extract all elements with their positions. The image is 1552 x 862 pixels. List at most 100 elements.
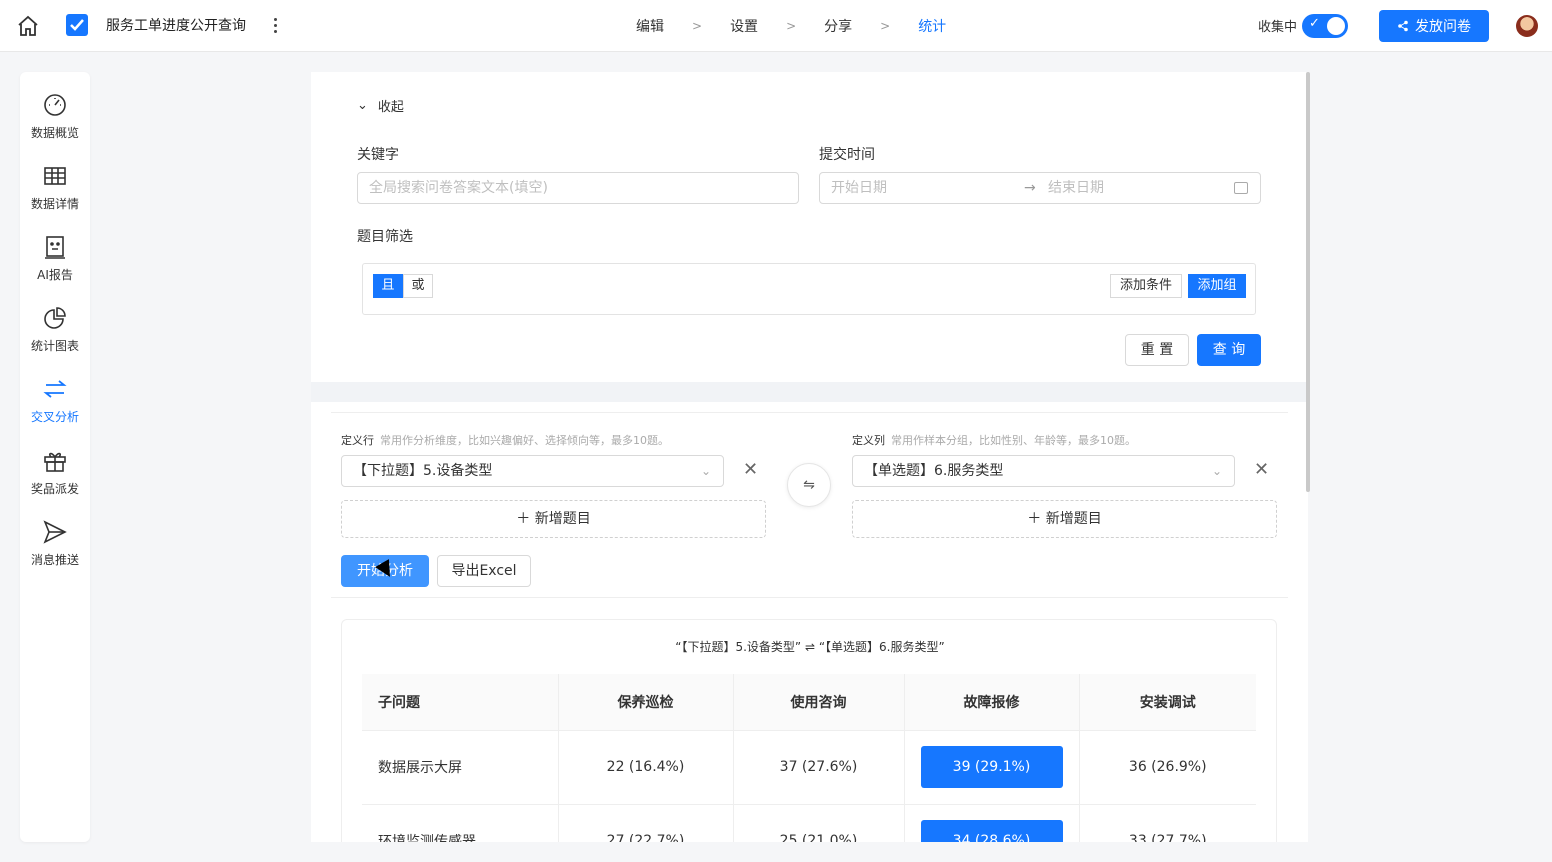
table-cell: 34 (28.6%) [904, 804, 1080, 842]
table-header-row: 子问题 保养巡检 使用咨询 故障报修 安装调试 [362, 674, 1256, 731]
swap-rows-columns-icon[interactable]: ⇋ [787, 463, 831, 507]
column-header: 使用咨询 [733, 674, 905, 731]
avatar[interactable] [1516, 15, 1538, 37]
table-cell: 36 (26.9%) [1079, 730, 1256, 805]
submit-time-label: 提交时间 [819, 147, 875, 163]
sidebar-item-label: 消息推送 [30, 553, 79, 567]
cross-table: 子问题 保养巡检 使用咨询 故障报修 安装调试 数据展示大屏 22 (16.4%… [362, 674, 1256, 842]
highlight-cell: 39 (29.1%) [920, 746, 1063, 788]
table-cell: 37 (27.6%) [733, 730, 905, 805]
logic-switch: 且 或 [373, 274, 433, 298]
sidebar-item-label: 统计图表 [30, 339, 79, 353]
step-share[interactable]: 分享 [824, 16, 852, 36]
collect-status-label: 收集中 [1258, 20, 1298, 35]
pie-chart-icon [44, 307, 66, 329]
keyword-placeholder: 全局搜索问卷答案文本(填空) [369, 180, 548, 196]
section-divider [311, 382, 1308, 402]
column-header: 保养巡检 [558, 674, 734, 731]
table-row: 环境监测传感器 27 (22.7%) 25 (21.0%) 34 (28.6%)… [362, 804, 1256, 842]
calendar-icon [1234, 182, 1248, 194]
table-cell: 33 (27.7%) [1079, 804, 1256, 842]
table-cell: 25 (21.0%) [733, 804, 905, 842]
app-logo-icon [66, 14, 88, 36]
step-settings[interactable]: 设置 [730, 16, 758, 36]
keyword-input[interactable]: 全局搜索问卷答案文本(填空) [357, 172, 799, 204]
ai-report-icon [45, 236, 65, 259]
logic-and-button[interactable]: 且 [373, 274, 403, 298]
reset-button[interactable]: 重 置 [1125, 334, 1189, 366]
arrow-right-icon: → [1024, 180, 1036, 196]
step-stats[interactable]: 统计 [918, 16, 946, 36]
row-hint: 常用作分析维度，比如兴趣偏好、选择倾向等，最多10题。 [380, 434, 669, 447]
add-row-question-button[interactable]: ＋ 新增题目 [341, 500, 766, 538]
sidebar-item-cross-analysis[interactable]: 交叉分析 [20, 376, 90, 425]
sidebar-item-overview[interactable]: 数据概览 [20, 92, 90, 141]
cross-result-card: “【下拉题】5.设备类型” ⇌ “【单选题】6.服务类型” 子问题 保养巡检 使… [341, 619, 1277, 842]
table-row: 数据展示大屏 22 (16.4%) 37 (27.6%) 39 (29.1%) … [362, 730, 1256, 805]
row-label-cell: 环境监测传感器 [362, 804, 559, 842]
add-condition-button[interactable]: 添加条件 [1110, 274, 1182, 298]
logic-or-button[interactable]: 或 [403, 274, 433, 298]
result-title: “【下拉题】5.设备类型” ⇌ “【单选题】6.服务类型” [675, 640, 945, 654]
table-cell: 22 (16.4%) [558, 730, 734, 805]
query-button[interactable]: 查 询 [1197, 334, 1261, 366]
gift-icon [44, 452, 66, 472]
scrollbar[interactable] [1306, 72, 1310, 492]
divider [331, 597, 1288, 598]
sidebar-item-ai-report[interactable]: AI报告 [20, 234, 90, 283]
chevron-right-icon: > [786, 19, 797, 33]
row-label-cell: 数据展示大屏 [362, 730, 559, 805]
remove-column-icon[interactable]: ✕ [1254, 459, 1269, 480]
export-excel-button[interactable]: 导出Excel [437, 555, 531, 587]
sidebar-item-push[interactable]: 消息推送 [20, 519, 90, 568]
main-panel: ⌄ 收起 关键字 全局搜索问卷答案文本(填空) 提交时间 开始日期 → 结束日期… [311, 72, 1308, 842]
sidebar-item-details[interactable]: 数据详情 [20, 163, 90, 212]
remove-row-icon[interactable]: ✕ [743, 459, 758, 480]
chevron-right-icon: > [692, 19, 703, 33]
row-label: 定义行 [341, 434, 374, 447]
keyword-label: 关键字 [357, 147, 399, 163]
publish-button[interactable]: 发放问卷 [1379, 10, 1489, 42]
col-label: 定义列 [852, 434, 885, 447]
row-select-value: 【下拉题】5.设备类型 [353, 463, 493, 479]
check-icon: ✓ [1309, 16, 1320, 31]
chevron-right-icon: > [880, 19, 891, 33]
start-date-placeholder: 开始日期 [831, 180, 887, 196]
sidebar-item-label: 数据概览 [30, 126, 79, 140]
home-icon[interactable] [16, 14, 40, 38]
add-group-button[interactable]: 添加组 [1188, 274, 1246, 298]
column-question-select[interactable]: 【单选题】6.服务类型 ⌄ [852, 455, 1235, 487]
end-date-placeholder: 结束日期 [1048, 180, 1104, 196]
date-range-picker[interactable]: 开始日期 → 结束日期 [819, 172, 1261, 204]
table-cell: 27 (22.7%) [558, 804, 734, 842]
share-icon [1398, 20, 1408, 32]
more-options-icon[interactable] [268, 14, 282, 36]
top-bar: 服务工单进度公开查询 编辑 > 设置 > 分享 > 统计 收集中 ✓ 发放问卷 [0, 0, 1552, 52]
column-definition-label: 定义列 常用作样本分组，比如性别、年龄等，最多10题。 [852, 432, 1136, 448]
chevron-down-icon: ⌄ [700, 464, 711, 478]
sidebar-item-prizes[interactable]: 奖品派发 [20, 448, 90, 497]
question-filter-label: 题目筛选 [357, 229, 413, 245]
sidebar-item-charts[interactable]: 统计图表 [20, 305, 90, 354]
sidebar-item-label: 奖品派发 [30, 482, 79, 496]
column-header: 子问题 [362, 674, 559, 731]
col-hint: 常用作样本分组，比如性别、年龄等，最多10题。 [891, 434, 1136, 447]
row-question-select[interactable]: 【下拉题】5.设备类型 ⌄ [341, 455, 724, 487]
add-col-label: 新增题目 [1045, 511, 1102, 527]
column-header: 安装调试 [1079, 674, 1256, 731]
divider [331, 412, 1288, 413]
table-cell: 39 (29.1%) [904, 730, 1080, 805]
collapse-toggle[interactable]: ⌄ 收起 [357, 96, 404, 115]
plus-icon: ＋ [1027, 511, 1042, 527]
send-icon [43, 520, 67, 544]
sidebar-item-label: 交叉分析 [30, 410, 79, 424]
step-edit[interactable]: 编辑 [636, 16, 664, 36]
collect-toggle[interactable]: ✓ [1302, 14, 1348, 38]
sidebar-item-label: AI报告 [37, 268, 73, 282]
add-column-question-button[interactable]: ＋ 新增题目 [852, 500, 1277, 538]
plus-icon: ＋ [516, 511, 531, 527]
dashboard-icon [44, 94, 66, 116]
add-row-label: 新增题目 [534, 511, 591, 527]
app-title: 服务工单进度公开查询 [106, 18, 246, 34]
collapse-label: 收起 [377, 100, 404, 115]
